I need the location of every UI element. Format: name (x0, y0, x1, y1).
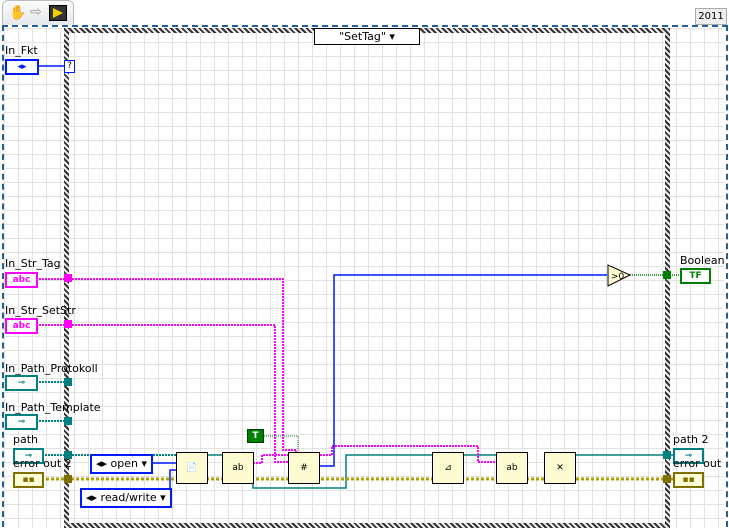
open-file-node[interactable]: 📄 (176, 452, 208, 484)
open-operation-value: open (110, 457, 138, 470)
wires: >0 (36, 65, 680, 497)
control-label: error out 2 (13, 457, 72, 470)
string-control-in-str-setstr[interactable]: abc (5, 318, 38, 334)
case-selector-tunnel: ? (64, 60, 75, 73)
close-file-node[interactable]: ✕ (544, 452, 576, 484)
read-text-file-node[interactable]: ab (222, 452, 254, 484)
open-operation-constant[interactable]: ◂▸ open ▾ (90, 454, 154, 474)
control-label: In_Fkt (5, 44, 38, 57)
enum-control-in-fkt[interactable]: ◂▸ (5, 59, 39, 75)
control-label: In_Str_SetStr (5, 304, 76, 317)
write-text-file-node[interactable]: ab (496, 452, 528, 484)
control-label: In_Path_Template (5, 401, 101, 414)
boolean-indicator[interactable]: TF (680, 268, 711, 284)
access-mode-constant[interactable]: ◂▸ read/write ▾ (80, 488, 172, 508)
error-control[interactable]: ▪▪ (13, 472, 44, 488)
error-indicator[interactable]: ▪▪ (673, 472, 704, 488)
path-control-in-path-template[interactable]: ⊸ (5, 414, 38, 430)
control-label: In_Path_Protokoll (5, 362, 98, 375)
wire-numeric (320, 274, 607, 467)
indicator-label: path 2 (673, 433, 709, 446)
string-control-in-str-tag[interactable]: abc (5, 272, 38, 288)
control-label: path (13, 433, 39, 446)
set-file-position-node[interactable]: ⊿ (432, 452, 464, 484)
svg-text:>0: >0 (611, 272, 625, 282)
control-label: In_Str_Tag (5, 257, 61, 270)
true-constant[interactable]: T (247, 429, 264, 443)
path-control-in-path-protokoll[interactable]: ⊸ (5, 375, 38, 391)
subvi-node[interactable]: # (288, 452, 320, 484)
access-mode-value: read/write (100, 491, 157, 504)
indicator-label: error out (673, 457, 722, 470)
indicator-label: Boolean (680, 254, 725, 267)
